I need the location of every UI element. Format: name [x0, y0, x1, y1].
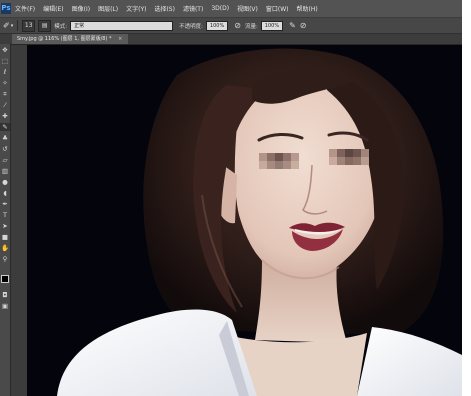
- flow-label: 流量:: [244, 23, 258, 30]
- document-tab-bar: Smy.jpg @ 116% (图层 1, 图层蒙版/8) * ×: [0, 34, 462, 45]
- airbrush-icon[interactable]: ✎: [289, 21, 296, 30]
- document-tab[interactable]: Smy.jpg @ 116% (图层 1, 图层蒙版/8) * ×: [12, 34, 129, 44]
- menu-edit[interactable]: 编辑(E): [43, 4, 63, 13]
- foreground-color-swatch[interactable]: [1, 275, 9, 283]
- portrait-photo[interactable]: [27, 45, 462, 396]
- photoshop-logo: Ps: [1, 3, 11, 14]
- menu-file[interactable]: 文件(F): [15, 4, 35, 13]
- eraser-icon[interactable]: ▱: [0, 156, 10, 164]
- brush-icon[interactable]: ✎: [0, 123, 10, 131]
- menu-help[interactable]: 帮助(H): [297, 4, 318, 13]
- quick-select-icon[interactable]: ✧: [0, 79, 10, 87]
- brush-size-picker[interactable]: 13: [22, 19, 36, 32]
- healing-icon[interactable]: ✚: [0, 112, 10, 120]
- tool-preset-picker[interactable]: ✐ ▾: [3, 21, 13, 30]
- blur-icon[interactable]: ●: [0, 178, 10, 186]
- portrait-illustration: [57, 48, 462, 396]
- screen-mode-icon[interactable]: ▣: [0, 302, 10, 310]
- document-canvas[interactable]: [11, 45, 462, 396]
- pressure-opacity-icon[interactable]: ⊘: [234, 21, 241, 30]
- chevron-down-icon: ▾: [10, 22, 14, 29]
- menu-view[interactable]: 视图(V): [237, 4, 258, 13]
- menu-layer[interactable]: 图层(L): [98, 4, 118, 13]
- blazer-right: [357, 327, 462, 396]
- flow-field[interactable]: 100%: [260, 20, 284, 31]
- dodge-icon[interactable]: ◖: [0, 189, 10, 197]
- gradient-icon[interactable]: ▥: [0, 167, 10, 175]
- shape-icon[interactable]: ■: [0, 233, 10, 241]
- move-icon[interactable]: ✥: [0, 46, 10, 54]
- brush-tool-icon: ✐: [3, 21, 10, 30]
- toolbox: ✥ ⬚ ℓ ✧ ⌗ ⁄ ✚ ✎ ♣ ↺ ▱ ▥ ● ◖ ✒ T ➤ ■ ✋ ⚲ …: [0, 44, 11, 396]
- type-icon[interactable]: T: [0, 211, 10, 219]
- document-tab-title: Smy.jpg @ 116% (图层 1, 图层蒙版/8) *: [17, 36, 112, 42]
- left-eye-mosaic: [259, 153, 299, 169]
- right-eye-mosaic: [329, 149, 369, 165]
- opacity-field[interactable]: 100%: [205, 20, 229, 31]
- menu-3d[interactable]: 3D(D): [211, 5, 229, 12]
- pressure-size-icon[interactable]: ⊘: [300, 21, 307, 30]
- page-margin: [462, 0, 471, 396]
- marquee-icon[interactable]: ⬚: [0, 57, 10, 65]
- quick-mask-icon[interactable]: ◘: [0, 291, 10, 299]
- path-select-icon[interactable]: ➤: [0, 222, 10, 230]
- brush-panel-toggle-icon[interactable]: ▤: [38, 19, 52, 32]
- zoom-icon[interactable]: ⚲: [0, 255, 10, 263]
- menu-type[interactable]: 文字(Y): [126, 4, 146, 13]
- mode-select[interactable]: 正常: [70, 20, 174, 31]
- canvas-pasteboard: [11, 45, 27, 396]
- divider: [17, 20, 19, 31]
- menu-window[interactable]: 窗口(W): [266, 4, 289, 13]
- pen-icon[interactable]: ✒: [0, 200, 10, 208]
- menu-select[interactable]: 选择(S): [154, 4, 175, 13]
- history-brush-icon[interactable]: ↺: [0, 145, 10, 153]
- menu-image[interactable]: 图像(I): [72, 4, 90, 13]
- opacity-label: 不透明度:: [179, 23, 203, 30]
- menu-bar: Ps 文件(F) 编辑(E) 图像(I) 图层(L) 文字(Y) 选择(S) 滤…: [0, 0, 462, 18]
- mode-label: 模式:: [54, 23, 68, 30]
- menu-filter[interactable]: 滤镜(T): [183, 4, 203, 13]
- hand-icon[interactable]: ✋: [0, 244, 10, 252]
- photoshop-window: Ps 文件(F) 编辑(E) 图像(I) 图层(L) 文字(Y) 选择(S) 滤…: [0, 0, 462, 396]
- options-bar: ✐ ▾ 13 ▤ 模式: 正常 不透明度: 100% ⊘ 流量: 100% ✎ …: [0, 18, 462, 34]
- eyedropper-icon[interactable]: ⁄: [0, 101, 10, 109]
- clone-stamp-icon[interactable]: ♣: [0, 134, 10, 142]
- lasso-icon[interactable]: ℓ: [0, 68, 10, 76]
- crop-icon[interactable]: ⌗: [0, 90, 10, 98]
- close-icon[interactable]: ×: [118, 36, 122, 42]
